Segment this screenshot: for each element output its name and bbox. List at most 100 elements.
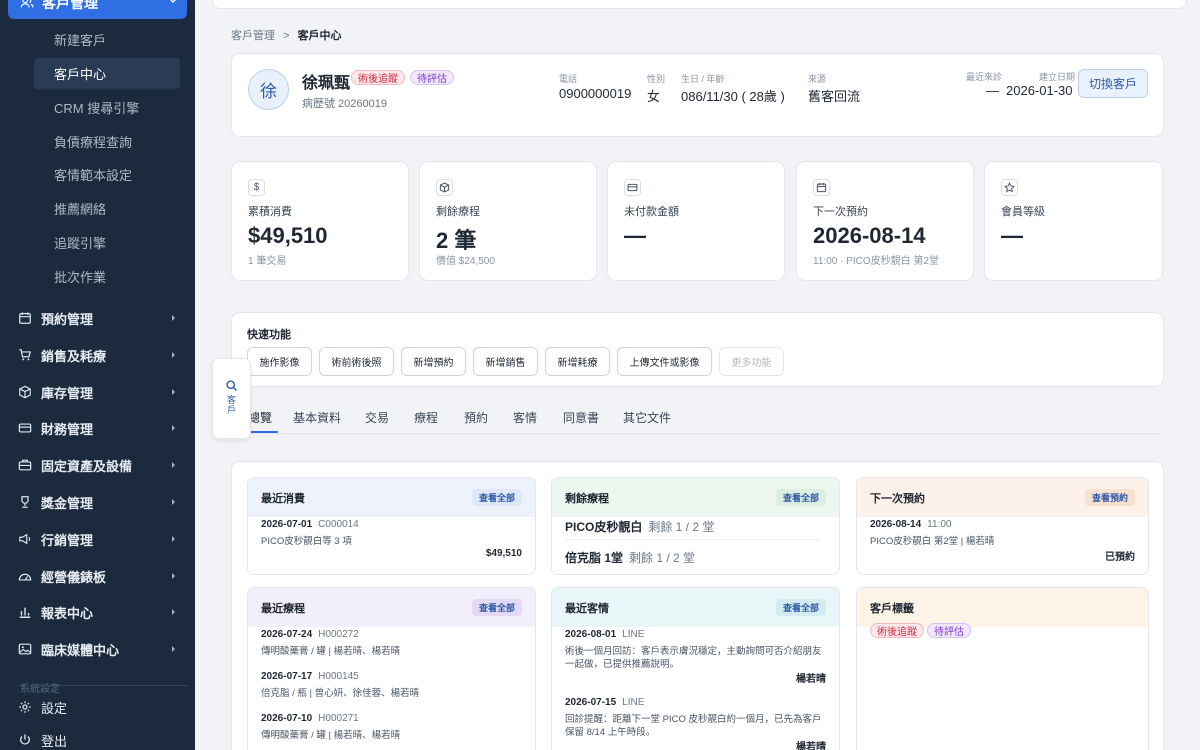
treatment-date: 2026-07-24: [261, 629, 313, 640]
birth-label: 生日 / 年齡: [681, 74, 725, 84]
recent-care-panel: 最近客情 查看全部 2026-08-01 LINE 術後一個月回訪：客戶表示膚況穩…: [551, 587, 840, 750]
care-staff: 楊若晴: [796, 674, 826, 685]
megaphone-icon: [19, 533, 31, 545]
quick-functions-card: 快速功能 施作影像 術前術後照 新增預約 新增銷售 新增耗療 上傳文件或影像 更…: [231, 312, 1164, 387]
remaining-item-name: 倍克脂 1堂: [565, 551, 624, 565]
stat-card-member-level: 會員等級 —: [984, 161, 1163, 281]
view-all-button[interactable]: 查看全部: [775, 599, 826, 616]
new-consumption-button[interactable]: 新增耗療: [545, 347, 610, 376]
tab-basic-info[interactable]: 基本資料: [293, 409, 341, 426]
sidebar-item-appointments[interactable]: 預約管理: [18, 306, 183, 330]
sidebar-item-finance[interactable]: 財務管理: [18, 416, 183, 440]
sidebar-group-label: 客戶管理: [42, 0, 98, 11]
float-button-label: 客戶: [226, 395, 236, 415]
view-all-button[interactable]: 查看全部: [775, 489, 826, 506]
sidebar-item-marketing[interactable]: 行銷管理: [18, 527, 183, 551]
sidebar-group-customer[interactable]: 客戶管理: [8, 0, 187, 19]
trophy-icon: [21, 496, 29, 508]
status-badge: 術後追蹤: [351, 70, 405, 85]
package-icon: [436, 179, 453, 196]
logout-button[interactable]: 登出: [18, 728, 183, 750]
sidebar-item-new-customer[interactable]: 新建客戶: [34, 24, 180, 55]
sidebar-item-label: 報表中心: [41, 605, 94, 621]
care-staff: 楊若晴: [796, 742, 826, 750]
tab-overview[interactable]: 總覽: [248, 409, 272, 426]
phone-value: 0900000019: [559, 86, 632, 101]
sidebar-item-crm-search[interactable]: CRM 搜尋引擎: [34, 92, 180, 123]
treatment-item: 2026-07-24 H000272: [261, 629, 359, 640]
sidebar-item-care-templates[interactable]: 客情範本設定: [34, 159, 180, 190]
sidebar-item-customer-center[interactable]: 客戶中心: [34, 58, 180, 89]
sidebar-item-clinical-media[interactable]: 臨床媒體中心: [18, 637, 183, 661]
stat-card-remaining: 剩餘療程 2 筆 價值 $24,500: [419, 161, 597, 281]
source-label: 來源: [808, 74, 827, 84]
gauge-icon: [18, 573, 32, 581]
sidebar-item-reports[interactable]: 報表中心: [18, 600, 183, 624]
treatment-images-button[interactable]: 施作影像: [247, 347, 312, 376]
more-functions-button[interactable]: 更多功能: [719, 347, 784, 376]
sidebar-item-label: 庫存管理: [41, 385, 94, 401]
created-value: 2026-01-30: [1006, 83, 1073, 98]
sidebar-item-batch-jobs[interactable]: 批次作業: [34, 261, 180, 292]
sidebar-item-tracking-engine[interactable]: 追蹤引擎: [34, 227, 180, 258]
upload-file-button[interactable]: 上傳文件或影像: [617, 347, 712, 376]
gender-label: 性別: [647, 74, 666, 84]
briefcase-icon: [18, 459, 32, 471]
customer-header-card: 徐 徐珮甄 術後追蹤 待評估 病歷號 20260019 電話 090000001…: [231, 53, 1164, 137]
logout-label: 登出: [41, 733, 68, 749]
panel-title: 最近消費: [261, 492, 305, 505]
settings-button[interactable]: 設定: [18, 695, 183, 719]
star-icon: [1001, 179, 1018, 196]
new-sale-button[interactable]: 新增銷售: [473, 347, 538, 376]
divider: [565, 539, 821, 540]
breadcrumb-parent[interactable]: 客戶管理: [231, 30, 275, 42]
spend-desc: PICO皮秒靚白等 3 項: [261, 536, 352, 547]
stat-title: 下一次預約: [813, 206, 868, 218]
treatment-item: 2026-07-17 H000145: [261, 671, 359, 682]
switch-customer-button[interactable]: 切換客戶: [1078, 69, 1148, 98]
customer-search-float-button[interactable]: 客戶: [212, 358, 251, 439]
settings-label: 設定: [41, 700, 68, 716]
tab-appointments[interactable]: 預約: [464, 409, 488, 426]
tab-consent[interactable]: 同意書: [563, 409, 599, 426]
care-channel: LINE: [622, 697, 645, 708]
tab-transactions[interactable]: 交易: [365, 409, 389, 426]
sidebar-item-label: 財務管理: [41, 421, 94, 437]
tab-other-docs[interactable]: 其它文件: [623, 409, 671, 426]
view-all-button[interactable]: 查看全部: [471, 599, 522, 616]
appt-time: 11:00: [927, 519, 952, 530]
tab-treatments[interactable]: 療程: [414, 409, 438, 426]
stat-title: 會員等級: [1001, 206, 1045, 218]
new-appointment-button[interactable]: 新增預約: [401, 347, 466, 376]
sidebar-item-debt-query[interactable]: 負債療程查詢: [34, 126, 180, 157]
calendar-icon: [19, 312, 31, 324]
dollar-icon: $: [248, 179, 265, 196]
box-icon: [19, 385, 31, 399]
appt-date: 2026-08-14 11:00: [870, 519, 951, 530]
view-all-button[interactable]: 查看全部: [471, 489, 522, 506]
top-bar: [212, 0, 1187, 9]
remaining-item: 倍克脂 1堂 剩餘 1 / 2 堂: [565, 549, 695, 566]
remaining-item-count: 剩餘 1 / 2 堂: [648, 520, 715, 534]
stat-sub: 1 筆交易: [248, 256, 287, 267]
panel-title: 客戶標籤: [870, 602, 914, 615]
treatment-code: H000271: [318, 713, 359, 724]
sidebar-item-bonus[interactable]: 獎金管理: [18, 490, 183, 514]
gender-value: 女: [647, 89, 661, 104]
panel-title: 剩餘療程: [565, 492, 609, 505]
sidebar-item-sales[interactable]: 銷售及耗療: [18, 343, 183, 367]
view-appointment-button[interactable]: 查看預約: [1084, 489, 1135, 506]
sidebar-divider: [18, 685, 188, 686]
sidebar-item-inventory[interactable]: 庫存管理: [18, 380, 183, 404]
appt-date-value: 2026-08-14: [870, 519, 922, 530]
sidebar-item-dashboard[interactable]: 經營儀錶板: [18, 564, 183, 588]
stat-value: —: [1001, 223, 1023, 248]
remaining-panel: 剩餘療程 查看全部 PICO皮秒靚白 剩餘 1 / 2 堂 倍克脂 1堂 剩餘 1 …: [551, 477, 840, 575]
search-icon: [226, 380, 237, 391]
sidebar-item-assets[interactable]: 固定資產及設備: [18, 453, 183, 477]
sidebar-item-label: 銷售及耗療: [41, 348, 107, 364]
tab-care[interactable]: 客情: [513, 409, 537, 426]
sidebar-item-referral-network[interactable]: 推薦網絡: [34, 193, 180, 224]
users-icon: [20, 0, 34, 7]
before-after-photos-button[interactable]: 術前術後照: [319, 347, 394, 376]
